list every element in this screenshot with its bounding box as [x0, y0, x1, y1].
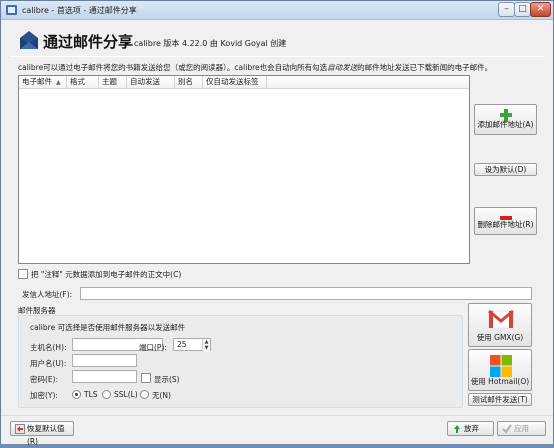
remove-email-button[interactable]: 删除邮件地址(R) [474, 207, 537, 235]
restore-icon [15, 424, 25, 434]
description-part1: calibre可以通过电子邮件将您的书籍发送给您（或您的阅读器）。calibre… [18, 63, 328, 72]
title-bar: calibre - 首选项 - 通过邮件分享 – □ ✕ [1, 1, 553, 20]
hostname-label: 主机名(H): [30, 343, 67, 352]
mail-server-intro: calibre 可选择是否使用邮件服务器以发送邮件 [30, 323, 186, 332]
checkmark-icon [502, 424, 512, 434]
restore-defaults-button[interactable]: 恢复默认值(R) [10, 421, 74, 446]
calibre-app-icon [6, 5, 17, 15]
port-spinbox[interactable]: 25 ▲ ▼ [173, 338, 211, 352]
set-default-button[interactable]: 设为默认(D) [474, 163, 537, 176]
column-header-alias[interactable]: 别名 [175, 76, 203, 89]
username-input[interactable] [72, 354, 137, 367]
add-notes-label: 把 "注释" 元数据添加到电子邮件的正文中(C) [31, 270, 182, 279]
page-title: 通过邮件分享 [43, 33, 134, 51]
port-spin-arrows[interactable]: ▲ ▼ [202, 339, 210, 352]
use-hotmail-button[interactable]: 使用 Hotmail(O) [468, 349, 532, 391]
footer-bar: 恢复默认值(R) 放弃 应用 [1, 415, 553, 446]
sender-label: 发信人地址(F): [22, 290, 73, 299]
column-header-format[interactable]: 格式 [67, 76, 99, 89]
recycle-icon [454, 425, 460, 433]
encryption-none-label: 无(N) [152, 391, 171, 400]
description-italic: 自动发送 [327, 63, 358, 72]
preferences-window: calibre - 首选项 - 通过邮件分享 – □ ✕ 通过邮件分享 cali… [0, 0, 554, 446]
sender-address-input[interactable] [80, 287, 532, 300]
header-divider [10, 56, 544, 57]
spin-down-icon[interactable]: ▼ [203, 345, 210, 351]
encryption-ssl-label: SSL(L) [114, 390, 138, 399]
test-email-button[interactable]: 测试邮件发送(T) [468, 393, 532, 406]
column-header-tags[interactable]: 仅自动发送标签 [203, 76, 267, 89]
gmail-icon [488, 309, 514, 329]
show-password-label: 显示(S) [154, 375, 180, 384]
column-header-auto-send[interactable]: 自动发送 [127, 76, 175, 89]
add-notes-checkbox[interactable] [18, 269, 28, 279]
column-header-email[interactable]: 电子邮件 ▲ [19, 76, 67, 89]
use-gmx-button[interactable]: 使用 GMX(G) [468, 303, 532, 347]
description-text: calibre可以通过电子邮件将您的书籍发送给您（或您的阅读器）。calibre… [18, 62, 492, 73]
encryption-tls-radio[interactable] [72, 390, 81, 399]
add-email-button[interactable]: 添加邮件地址(A) [474, 104, 537, 135]
sort-up-icon: ▲ [56, 79, 61, 86]
maximize-button[interactable]: □ [514, 2, 531, 17]
close-button[interactable]: ✕ [530, 2, 551, 17]
encryption-none-radio[interactable] [140, 390, 149, 399]
email-accounts-table[interactable]: 电子邮件 ▲ 格式 主题 自动发送 别名 仅自动发送标签 [18, 75, 470, 264]
port-label: 端口(P): [139, 343, 167, 352]
column-header-subject[interactable]: 主题 [99, 76, 127, 89]
encryption-ssl-radio[interactable] [102, 390, 111, 399]
show-password-checkbox[interactable] [141, 373, 151, 383]
encryption-label: 加密(Y): [30, 391, 58, 400]
username-label: 用户名(U): [30, 359, 67, 368]
password-input[interactable] [72, 370, 137, 383]
encryption-tls-label: TLS [84, 390, 98, 399]
password-label: 密码(E): [30, 375, 59, 384]
description-part2: 的邮件地址发送已下载新闻的电子邮件。 [357, 63, 493, 72]
envelope-icon [20, 31, 38, 49]
table-header: 电子邮件 ▲ 格式 主题 自动发送 别名 仅自动发送标签 [19, 76, 469, 89]
apply-button[interactable]: 应用 [497, 421, 546, 436]
version-text: calibre 版本 4.22.0 由 Kovid Goyal 创建 [134, 39, 287, 48]
discard-button[interactable]: 放弃 [447, 421, 494, 436]
minimize-button[interactable]: – [498, 2, 515, 17]
window-title: calibre - 首选项 - 通过邮件分享 [22, 6, 137, 15]
windows-logo-icon [490, 355, 512, 377]
